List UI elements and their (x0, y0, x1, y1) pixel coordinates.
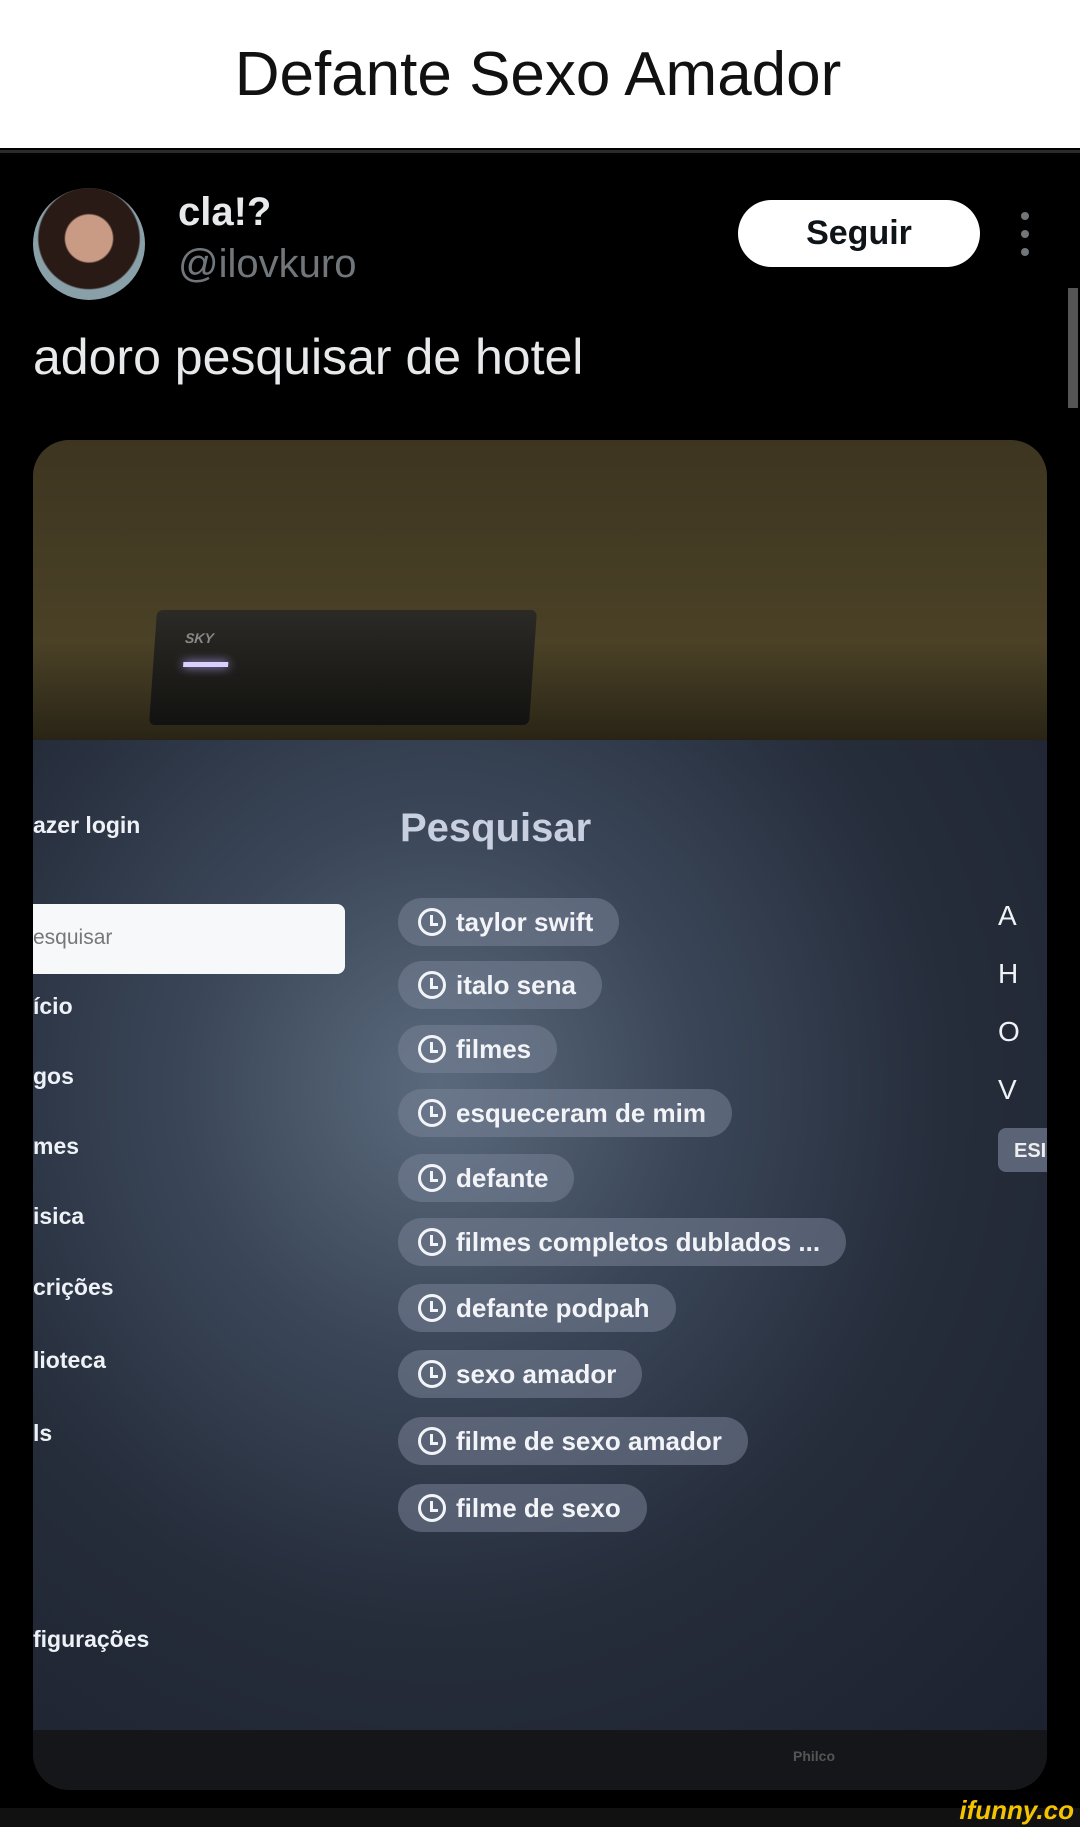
display-name[interactable]: cla!? (178, 190, 271, 235)
history-item: defante (398, 1154, 575, 1202)
keyboard-key: ESI (998, 1128, 1047, 1172)
history-icon (418, 1099, 446, 1127)
history-icon (418, 1035, 446, 1063)
sidebar-item: ls (33, 1420, 53, 1446)
sidebar-item: isica (33, 1203, 85, 1229)
tweet-text: adoro pesquisar de hotel (33, 329, 584, 385)
user-handle[interactable]: @ilovkuro (178, 242, 356, 287)
search-input: esquisar (33, 904, 345, 974)
history-label: filmes completos dublados ... (456, 1226, 821, 1257)
more-options-icon[interactable] (1015, 212, 1035, 256)
history-label: filme de sexo amador (456, 1425, 722, 1456)
history-label: defante podpah (456, 1292, 650, 1323)
sidebar-item: crições (33, 1274, 114, 1300)
history-icon (418, 1360, 446, 1388)
keyboard-letter: A (998, 900, 1017, 931)
history-item: filmes completos dublados ... (398, 1218, 847, 1266)
history-label: defante (456, 1162, 549, 1193)
sidebar-item: ício (33, 993, 73, 1019)
history-label: filmes (456, 1033, 532, 1064)
history-label: italo sena (456, 969, 576, 1000)
history-icon (418, 1494, 446, 1522)
keyboard-letter: H (998, 958, 1019, 989)
tv-screen: azer login esquisar ício gos mes isica c… (33, 740, 1047, 1730)
history-label: esqueceram de mim (456, 1097, 707, 1128)
tv-bezel: Philco (33, 1730, 1047, 1790)
box-brand: SKY (184, 630, 215, 646)
sidebar-item: figurações (33, 1626, 150, 1652)
history-item: filme de sexo (398, 1484, 647, 1532)
led-light (183, 662, 229, 667)
watermark-bar (0, 1808, 1080, 1827)
history-icon (418, 1164, 446, 1192)
history-icon (418, 908, 446, 936)
history-label: sexo amador (456, 1358, 617, 1389)
page-title: Defante Sexo Amador (234, 39, 842, 109)
sidebar-item: mes (33, 1133, 80, 1159)
history-icon (418, 1294, 446, 1322)
sidebar-item: gos (33, 1063, 74, 1089)
history-label: filme de sexo (456, 1492, 621, 1523)
watermark: ifunny.co (959, 1795, 1074, 1825)
scrollbar[interactable] (1068, 288, 1078, 408)
history-item: italo sena (398, 961, 602, 1009)
follow-button[interactable]: Seguir (738, 200, 980, 267)
history-icon (418, 971, 446, 999)
divider (0, 150, 1080, 153)
history-icon (418, 1228, 446, 1256)
keyboard-letter: V (998, 1074, 1017, 1105)
avatar[interactable] (33, 188, 145, 300)
sidebar-item: lioteca (33, 1347, 106, 1373)
meme-caption-header: Defante Sexo Amador (0, 0, 1080, 148)
keyboard-letter: O (998, 1016, 1020, 1047)
history-item: filmes (398, 1025, 558, 1073)
set-top-box: SKY (148, 610, 538, 725)
tweet-photo[interactable]: SKY azer login esquisar ício gos mes isi… (33, 440, 1047, 1790)
history-item: esqueceram de mim (398, 1089, 733, 1137)
history-item: filme de sexo amador (398, 1417, 748, 1465)
history-label: taylor swift (456, 906, 594, 937)
search-title: Pesquisar (400, 806, 592, 850)
history-item: defante podpah (398, 1284, 676, 1332)
history-item: sexo amador (398, 1350, 643, 1398)
sidebar-item: azer login (33, 812, 141, 838)
history-icon (418, 1427, 446, 1455)
tv-brand: Philco (793, 1748, 836, 1764)
history-item: taylor swift (398, 898, 620, 946)
